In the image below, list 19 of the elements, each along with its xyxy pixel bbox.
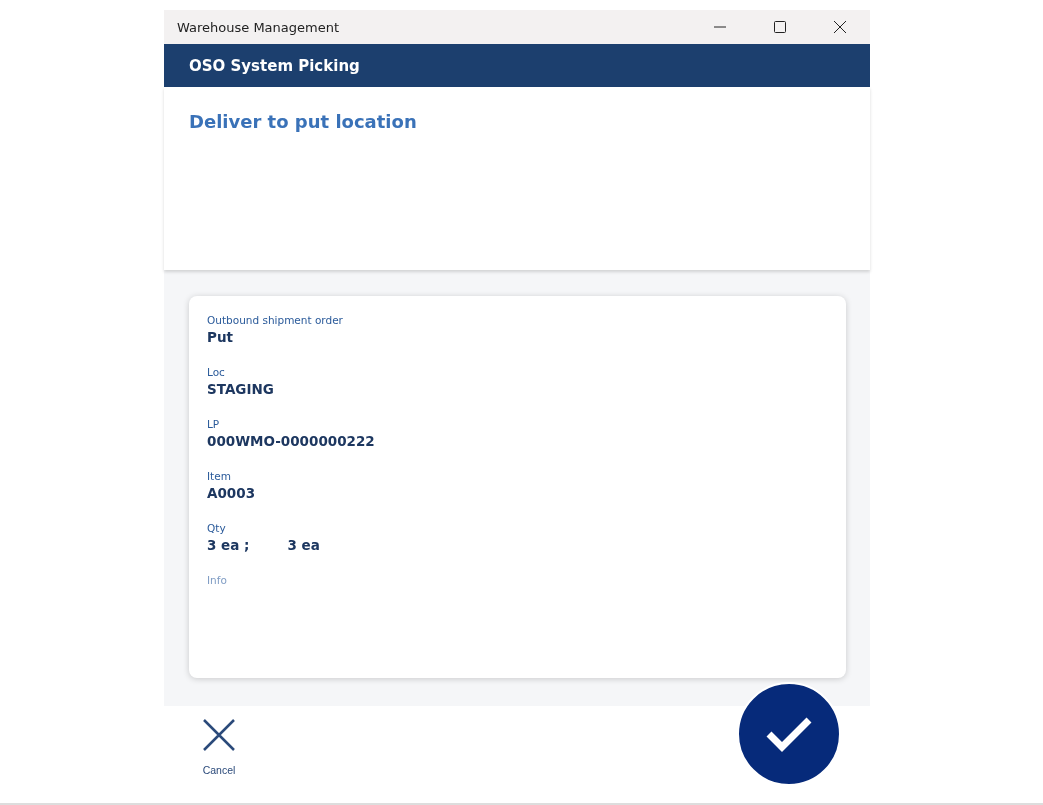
header-title: OSO System Picking xyxy=(189,56,360,75)
field-value: 000WMO-0000000222 xyxy=(207,433,375,449)
close-icon xyxy=(833,20,847,34)
field-value: A0003 xyxy=(207,485,256,501)
field-value: 3 ea xyxy=(287,537,320,553)
close-icon xyxy=(202,718,236,752)
field-value: 3 ea ; xyxy=(207,537,250,553)
field-label: Item xyxy=(207,470,232,482)
window-title: Warehouse Management xyxy=(177,19,340,35)
cancel-button[interactable]: Cancel xyxy=(202,718,236,776)
field-value: STAGING xyxy=(207,381,274,397)
field-label: LP xyxy=(207,418,221,430)
maximize-icon xyxy=(773,20,787,34)
field-value: Put xyxy=(207,329,233,345)
page-title: Deliver to put location xyxy=(189,111,417,132)
field-label: Loc xyxy=(207,366,226,378)
field-label: Outbound shipment order xyxy=(207,314,344,326)
field-label: Info xyxy=(207,574,228,586)
field-label: Qty xyxy=(207,522,227,534)
